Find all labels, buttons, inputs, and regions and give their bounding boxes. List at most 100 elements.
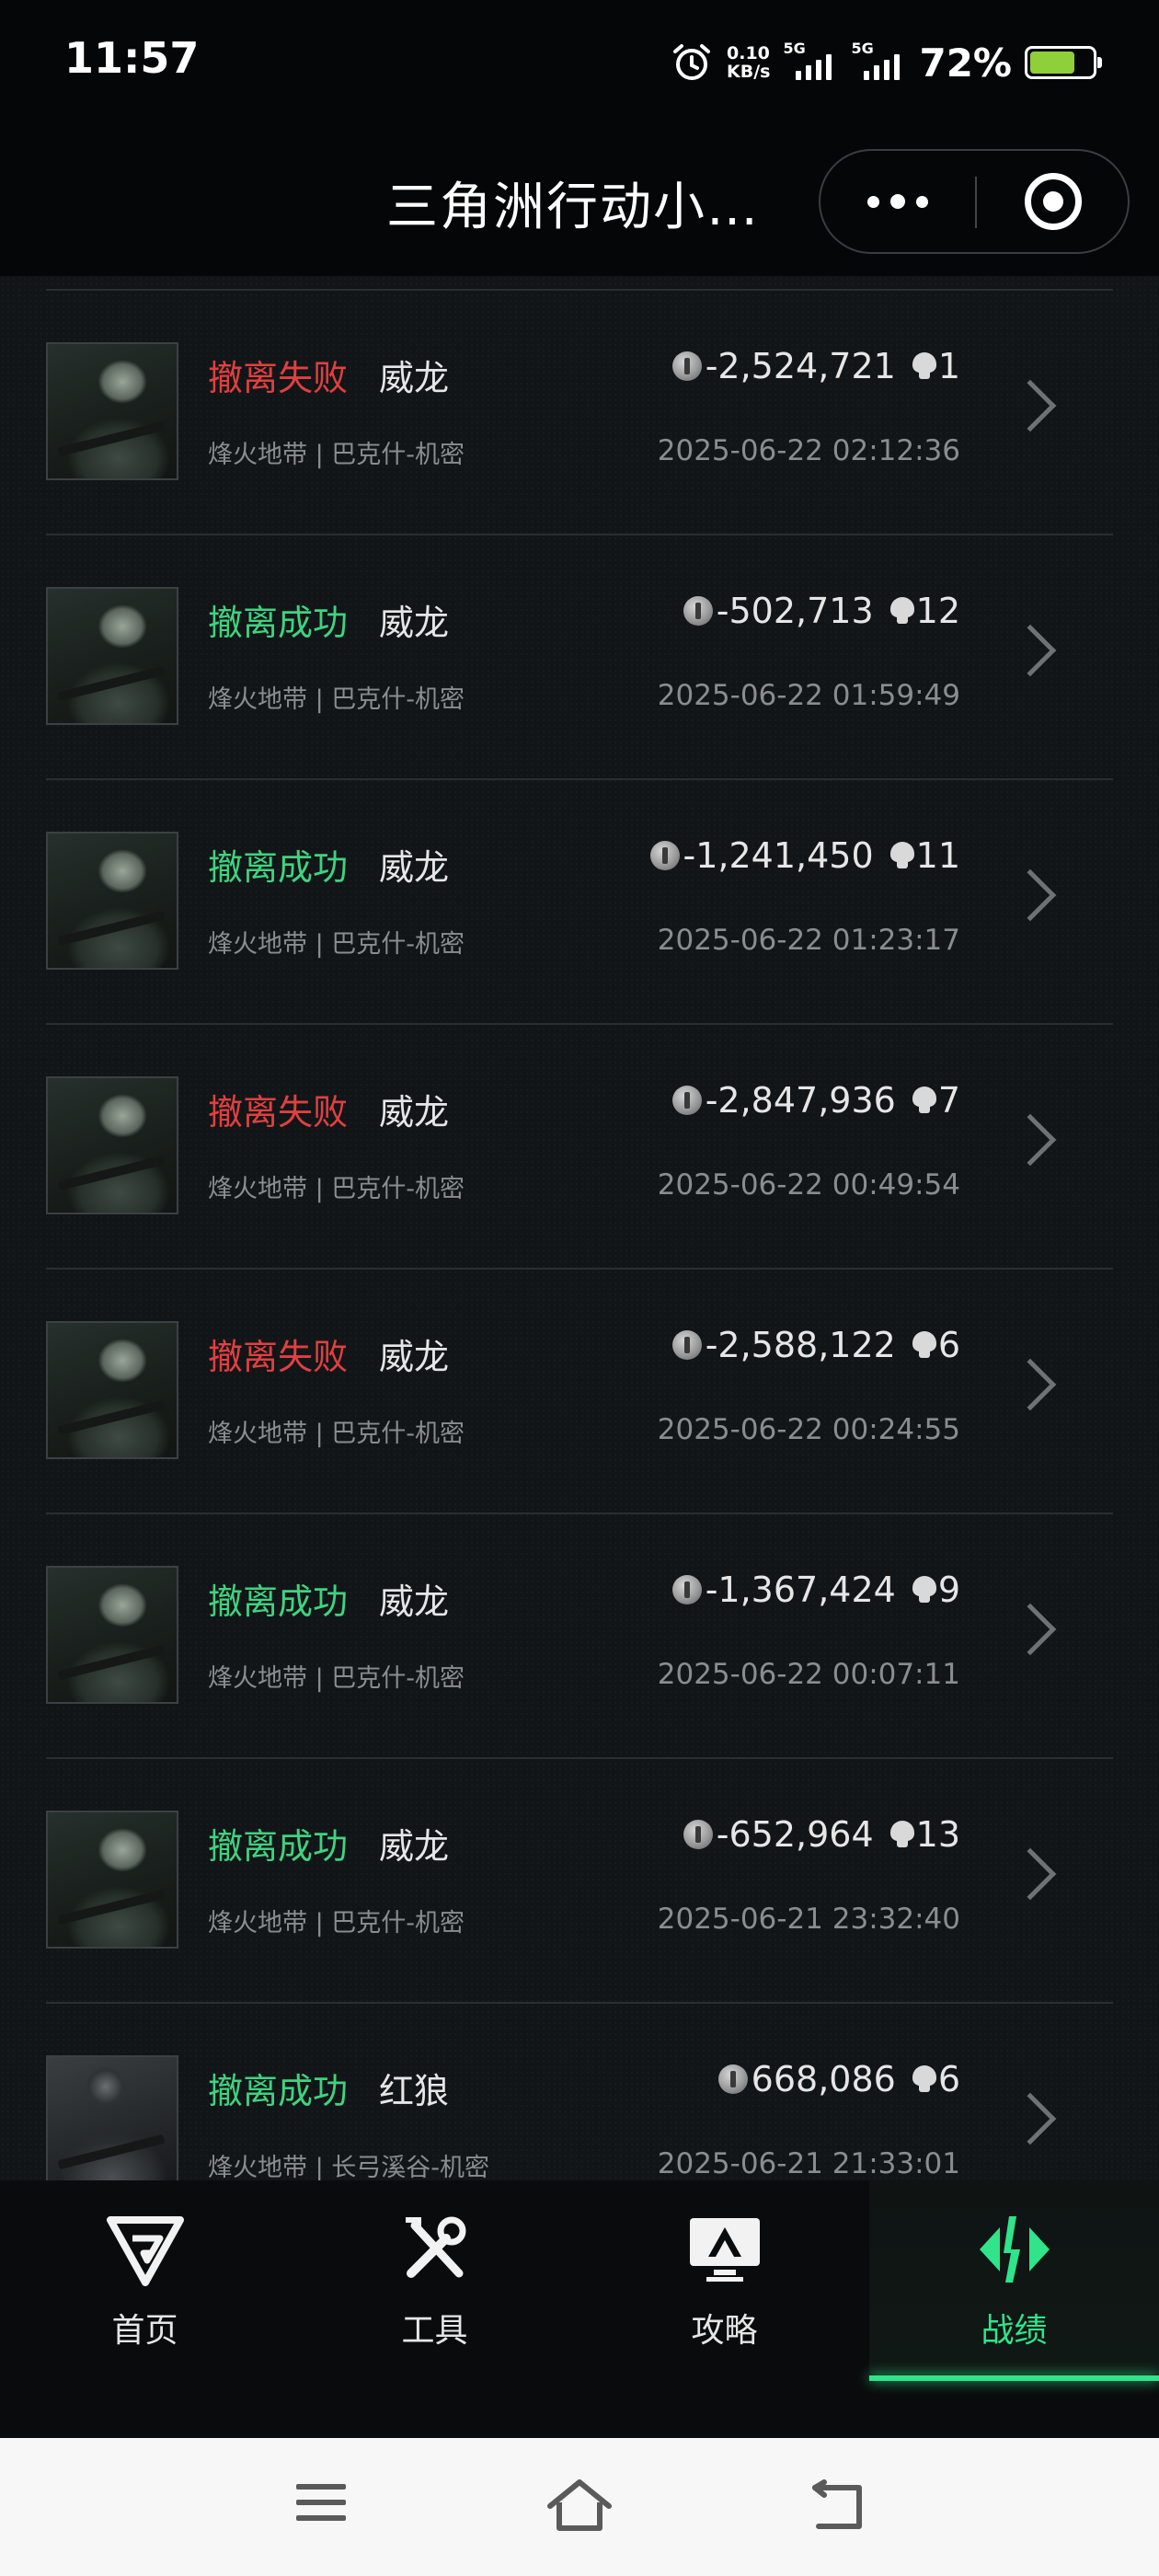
skull-icon — [889, 842, 914, 869]
record-row[interactable]: 撤离成功 威龙 烽火地带 | 巴克什-机密 -1,367,424 9 2025-… — [46, 1514, 1113, 1759]
coin-icon — [683, 596, 713, 626]
net-speed-unit: KB/s — [727, 62, 771, 82]
skull-icon — [912, 1576, 936, 1604]
nav-item-tools[interactable]: 工具 — [290, 2180, 580, 2374]
coin-icon — [671, 1086, 702, 1115]
operator-avatar — [46, 2055, 178, 2180]
status-time: 11:57 — [64, 33, 200, 83]
skull-icon — [889, 597, 914, 625]
net-value: -652,964 — [716, 1814, 874, 1855]
chevron-right-icon — [1004, 1847, 1057, 1901]
record-row[interactable]: 撤离成功 红狼 烽火地带 | 长弓溪谷-机密 668,086 6 2025-06… — [46, 2004, 1113, 2180]
nav-label-tools: 工具 — [401, 2312, 468, 2350]
signal-icon: 5G — [783, 40, 838, 80]
net-value: -1,367,424 — [705, 1570, 896, 1610]
kill-count: 1 — [937, 346, 960, 386]
operator-name: 威龙 — [379, 1826, 450, 1867]
operator-name: 威龙 — [379, 1581, 450, 1622]
match-time: 2025-06-22 01:59:49 — [657, 679, 960, 712]
nav-item-home[interactable]: 首页 — [0, 2180, 290, 2374]
skull-icon — [889, 1821, 914, 1848]
map-mode: 烽火地带 | 巴克什-机密 — [208, 1664, 465, 1693]
coin-icon — [671, 1330, 702, 1360]
record-row[interactable]: 撤离成功 威龙 烽火地带 | 巴克什-机密 -1,241,450 11 2025… — [46, 780, 1113, 1025]
net-value: -2,524,721 — [705, 346, 896, 386]
match-time: 2025-06-21 21:33:01 — [657, 2147, 960, 2180]
net-speed-value: 0.10 — [727, 43, 770, 63]
home-icon[interactable] — [543, 2475, 616, 2539]
battery-percent: 72% — [919, 40, 1012, 86]
extraction-status: 撤离成功 — [208, 1581, 349, 1622]
extraction-status: 撤离失败 — [208, 358, 349, 398]
active-tab-indicator — [869, 2375, 1159, 2381]
nav-label-home: 首页 — [111, 2312, 178, 2350]
battery-fill — [1030, 52, 1074, 74]
value-row: -1,241,450 11 — [649, 835, 960, 876]
skull-icon — [912, 1331, 936, 1359]
status-bar: 11:57 0.10 KB/s 5G 5G 72% — [0, 0, 1159, 129]
operator-name: 威龙 — [379, 1092, 450, 1133]
kill-count: 11 — [915, 835, 960, 876]
capsule-divider — [975, 177, 977, 228]
value-row: -2,847,936 7 — [671, 1080, 960, 1121]
chevron-right-icon — [1004, 868, 1057, 922]
operator-name: 威龙 — [379, 847, 450, 888]
value-row: -2,588,122 6 — [671, 1325, 960, 1365]
system-nav-bar — [0, 2438, 1159, 2576]
chevron-right-icon — [1004, 624, 1057, 677]
nav-label-guide: 攻略 — [691, 2312, 758, 2350]
nav-item-guide[interactable]: 攻略 — [580, 2180, 869, 2374]
record-row[interactable]: 撤离失败 威龙 烽火地带 | 巴克什-机密 -2,847,936 7 2025-… — [46, 1025, 1113, 1270]
chevron-right-icon — [1004, 1113, 1057, 1167]
kill-count: 12 — [915, 591, 960, 631]
nav-label-records: 战绩 — [981, 2312, 1048, 2350]
operator-avatar — [46, 342, 178, 480]
match-time: 2025-06-21 23:32:40 — [657, 1903, 960, 1936]
operator-avatar — [46, 587, 178, 725]
target-close-icon[interactable] — [1025, 173, 1082, 230]
chevron-right-icon — [1004, 379, 1057, 432]
record-row[interactable]: 撤离成功 威龙 烽火地带 | 巴克什-机密 -652,964 13 2025-0… — [46, 1759, 1113, 2004]
network-speed: 0.10 KB/s — [727, 44, 770, 81]
map-mode: 烽火地带 | 长弓溪谷-机密 — [208, 2154, 490, 2180]
battery-icon — [1025, 46, 1102, 79]
page-title: 三角洲行动小… — [386, 178, 760, 237]
alarm-icon — [673, 44, 710, 80]
record-row[interactable]: 撤离失败 威龙 烽火地带 | 巴克什-机密 -2,588,122 6 2025-… — [46, 1270, 1113, 1514]
map-mode: 烽火地带 | 巴克什-机密 — [208, 930, 465, 959]
kill-count: 6 — [937, 1325, 960, 1365]
net-value: -2,847,936 — [705, 1080, 896, 1121]
menu-icon[interactable] — [296, 2475, 370, 2539]
coin-icon — [649, 841, 680, 870]
net-value: -502,713 — [716, 591, 874, 631]
coin-icon — [671, 1575, 702, 1604]
kill-count: 6 — [937, 2059, 960, 2099]
extraction-status: 撤离失败 — [208, 1092, 349, 1133]
bottom-nav: 首页 工具 攻略 战绩 — [0, 2180, 1159, 2438]
match-time: 2025-06-22 02:12:36 — [657, 434, 960, 467]
status-icons: 0.10 KB/s 5G 5G 72% — [670, 35, 1102, 90]
record-row[interactable]: 撤离失败 威龙 烽火地带 | 巴克什-机密 -2,524,721 1 2025-… — [46, 291, 1113, 535]
tools-icon — [394, 2208, 476, 2291]
records-icon — [973, 2208, 1056, 2291]
coin-icon — [717, 2064, 748, 2094]
value-row: -652,964 13 — [683, 1814, 960, 1855]
match-record-list[interactable]: 撤离失败 威龙 烽火地带 | 巴克什-机密 -2,524,721 1 2025-… — [0, 276, 1159, 2180]
sim2-label: 5G — [851, 40, 874, 57]
extraction-status: 撤离成功 — [208, 847, 349, 888]
extraction-status: 撤离成功 — [208, 2071, 349, 2111]
record-row[interactable]: 撤离成功 威龙 烽火地带 | 巴克什-机密 -502,713 12 2025-0… — [46, 535, 1113, 780]
coin-icon — [671, 351, 702, 381]
net-value: -1,241,450 — [683, 835, 874, 876]
value-row: -2,524,721 1 — [671, 346, 960, 386]
match-time: 2025-06-22 00:07:11 — [657, 1658, 960, 1691]
match-time: 2025-06-22 00:24:55 — [657, 1413, 960, 1446]
nav-item-records[interactable]: 战绩 — [869, 2180, 1159, 2381]
map-mode: 烽火地带 | 巴克什-机密 — [208, 1909, 465, 1938]
map-mode: 烽火地带 | 巴克什-机密 — [208, 685, 465, 714]
back-icon[interactable] — [802, 2475, 876, 2539]
operator-name: 威龙 — [379, 603, 450, 643]
coin-icon — [683, 1820, 713, 1849]
net-value: 668,086 — [751, 2059, 896, 2099]
more-dots-icon[interactable] — [820, 151, 975, 252]
